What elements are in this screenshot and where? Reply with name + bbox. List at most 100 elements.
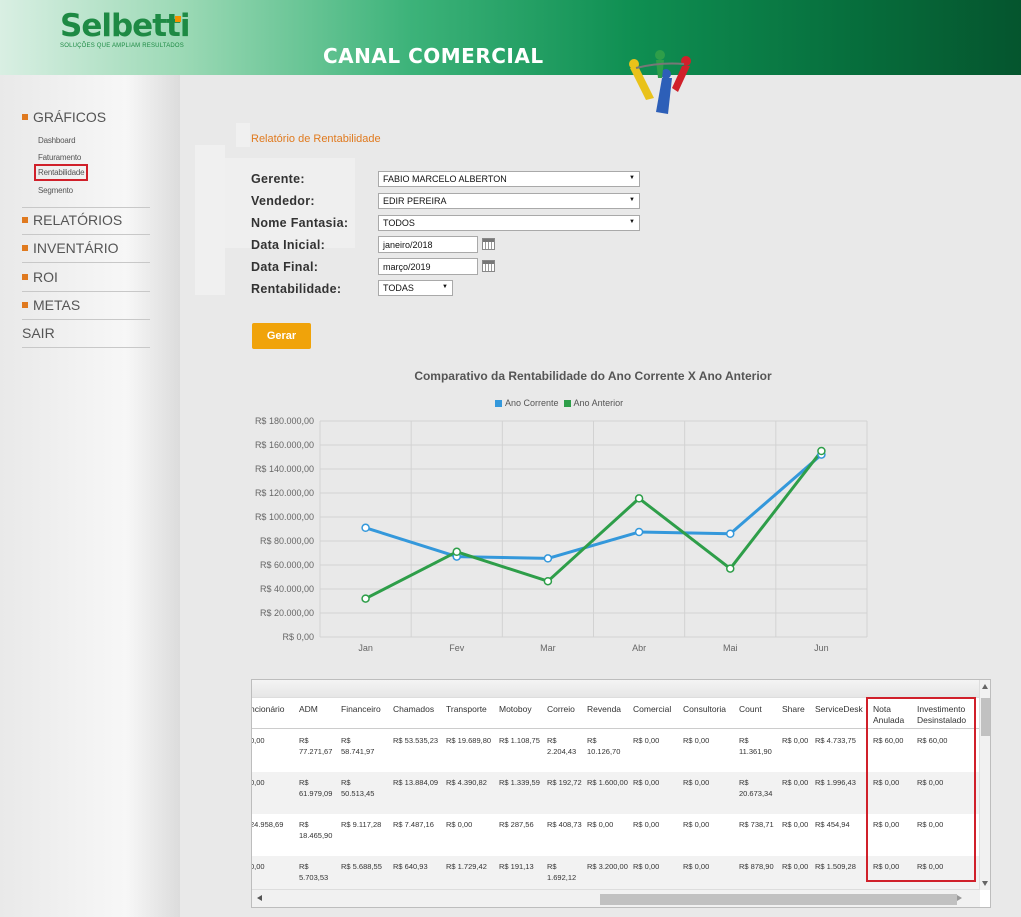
table-cell: R$ 0,00 bbox=[683, 778, 710, 787]
submenu-rentabilidade[interactable]: Rentabilidade bbox=[33, 164, 89, 181]
calendar-icon[interactable] bbox=[482, 260, 495, 272]
column-header[interactable]: Comercial bbox=[633, 704, 688, 715]
calendar-icon[interactable] bbox=[482, 238, 495, 250]
y-tick-label: R$ 60.000,00 bbox=[260, 560, 314, 570]
table-cell: 0,00 bbox=[251, 862, 265, 871]
gerente-label: Gerente: bbox=[251, 172, 305, 186]
table-cell: 0,00 bbox=[251, 778, 265, 787]
submenu-faturamento[interactable]: Faturamento bbox=[38, 153, 81, 162]
menu-label: ROI bbox=[33, 269, 58, 285]
logo-text: Selbetti bbox=[60, 8, 190, 44]
legend-item-ano-anterior[interactable]: Ano Anterior bbox=[563, 398, 624, 408]
table-cell: R$ 5.703,53 bbox=[299, 862, 329, 882]
table-cell: R$ 7.487,16 bbox=[393, 820, 434, 829]
table-toolbar bbox=[252, 680, 980, 698]
table-cell: R$ 1.509,28 bbox=[815, 862, 856, 871]
column-header[interactable]: Consultoria bbox=[683, 704, 738, 715]
data-point-ano-anterior bbox=[543, 576, 553, 586]
table-cell: R$ 1.339,59 bbox=[499, 778, 540, 787]
scroll-right-icon[interactable] bbox=[957, 895, 962, 901]
vendedor-select[interactable]: EDIR PEREIRA ▼ bbox=[378, 193, 640, 209]
y-tick-label: R$ 100.000,00 bbox=[255, 512, 314, 522]
horizontal-scrollbar[interactable] bbox=[252, 889, 980, 907]
x-tick-label: Fev bbox=[449, 643, 465, 653]
table-cell: R$ 408,73 bbox=[547, 820, 582, 829]
report-title: Relatório de Rentabilidade bbox=[251, 133, 381, 145]
column-header[interactable]: ncionário bbox=[252, 704, 305, 715]
rentabilidade-select[interactable]: TODAS ▼ bbox=[378, 280, 453, 296]
x-tick-label: Mar bbox=[540, 643, 556, 653]
vendedor-value: EDIR PEREIRA bbox=[383, 196, 447, 206]
table-cell: R$ 192,72 bbox=[547, 778, 582, 787]
legend-swatch bbox=[563, 399, 571, 407]
table-cell: R$ 0,00 bbox=[633, 736, 660, 745]
y-tick-label: R$ 160.000,00 bbox=[255, 440, 314, 450]
menu-sair[interactable]: SAIR bbox=[22, 325, 150, 348]
table-cell: R$ 61.979,09 bbox=[299, 778, 333, 798]
column-header[interactable]: Motoboy bbox=[499, 704, 554, 715]
menu-graficos[interactable]: GRÁFICOS bbox=[22, 109, 150, 125]
menu-metas[interactable]: METAS bbox=[22, 297, 150, 320]
gerente-value: FABIO MARCELO ALBERTON bbox=[383, 174, 507, 184]
table-cell: R$ 0,00 bbox=[683, 862, 710, 871]
menu-label: METAS bbox=[33, 297, 81, 313]
menu-divider bbox=[22, 207, 150, 208]
scroll-thumb[interactable] bbox=[981, 698, 990, 736]
table-cell: 24.958,69 bbox=[251, 820, 284, 829]
y-tick-label: R$ 80.000,00 bbox=[260, 536, 314, 546]
menu-inventario[interactable]: INVENTÁRIO bbox=[22, 240, 150, 263]
y-tick-label: R$ 0,00 bbox=[282, 632, 314, 642]
bullet-icon bbox=[22, 217, 28, 223]
menu-roi[interactable]: ROI bbox=[22, 269, 150, 292]
submenu-dashboard[interactable]: Dashboard bbox=[38, 136, 76, 145]
legend-item-ano-corrente[interactable]: Ano Corrente bbox=[495, 398, 559, 408]
chevron-down-icon: ▼ bbox=[629, 197, 635, 203]
table-cell: R$ 1.729,42 bbox=[446, 862, 487, 871]
nome-fantasia-label: Nome Fantasia: bbox=[251, 216, 349, 230]
table-cell: R$ 4.733,75 bbox=[815, 736, 856, 745]
vertical-scrollbar[interactable] bbox=[979, 680, 990, 890]
chart-title: Comparativo da Rentabilidade do Ano Corr… bbox=[414, 369, 772, 383]
scroll-down-icon[interactable] bbox=[982, 881, 988, 886]
rentabilidade-value: TODAS bbox=[383, 283, 414, 293]
data-final-input[interactable]: março/2019 bbox=[378, 258, 478, 275]
column-header[interactable]: Transporte bbox=[446, 704, 501, 715]
bullet-icon bbox=[22, 274, 28, 280]
gerar-button[interactable]: Gerar bbox=[252, 323, 311, 349]
chevron-down-icon: ▼ bbox=[629, 219, 635, 225]
table-cell: R$ 77.271,67 bbox=[299, 736, 333, 756]
legend-label: Ano Anterior bbox=[573, 398, 624, 408]
gerente-select[interactable]: FABIO MARCELO ALBERTON ▼ bbox=[378, 171, 640, 187]
logo-dot bbox=[175, 16, 181, 22]
table-cell: R$ 20.673,34 bbox=[739, 778, 773, 798]
scroll-left-icon[interactable] bbox=[257, 895, 262, 901]
scroll-thumb[interactable] bbox=[600, 894, 957, 905]
table-cell: R$ 191,13 bbox=[499, 862, 534, 871]
data-point-ano-corrente bbox=[726, 529, 735, 539]
scroll-up-icon[interactable] bbox=[982, 684, 988, 689]
table-cell: R$ 0,00 bbox=[782, 820, 809, 829]
logo-tagline: SOLUÇÕES QUE AMPLIAM RESULTADOS bbox=[60, 43, 185, 49]
bullet-icon bbox=[22, 114, 28, 120]
line-chart: R$ 0,00 R$ 20.000,00 R$ 40.000,00 R$ 60.000… bbox=[255, 416, 868, 653]
people-circle-icon bbox=[629, 50, 691, 114]
y-tick-label: R$ 40.000,00 bbox=[260, 584, 314, 594]
column-header[interactable]: Chamados bbox=[393, 704, 448, 715]
table-cell: R$ 0,00 bbox=[633, 820, 660, 829]
nome-fantasia-select[interactable]: TODOS ▼ bbox=[378, 215, 640, 231]
table-cell: R$ 454,94 bbox=[815, 820, 850, 829]
column-header[interactable]: Financeiro bbox=[341, 704, 396, 715]
menu-relatorios[interactable]: RELATÓRIOS bbox=[22, 212, 150, 235]
x-tick-label: Mai bbox=[723, 643, 738, 653]
highlight-annotation bbox=[866, 697, 976, 882]
vendedor-label: Vendedor: bbox=[251, 194, 315, 208]
sidebar bbox=[0, 75, 180, 917]
table-cell: R$ 0,00 bbox=[683, 820, 710, 829]
y-tick-label: R$ 180.000,00 bbox=[255, 416, 314, 426]
selbetti-logo[interactable]: Selbetti SOLUÇÕES QUE AMPLIAM RESULTADOS bbox=[60, 8, 190, 49]
data-point-ano-anterior bbox=[817, 446, 826, 456]
submenu-segmento[interactable]: Segmento bbox=[38, 186, 73, 195]
chevron-down-icon: ▼ bbox=[629, 175, 635, 181]
data-inicial-input[interactable]: janeiro/2018 bbox=[378, 236, 478, 253]
column-header[interactable]: ServiceDesk bbox=[815, 704, 870, 715]
